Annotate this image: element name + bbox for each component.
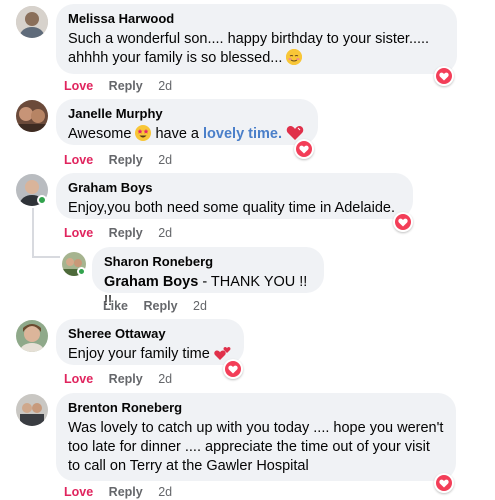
timestamp[interactable]: 2d (158, 153, 172, 167)
comment-actions: Love Reply 2d (64, 372, 184, 386)
love-button[interactable]: Love (64, 226, 93, 240)
heart-reaction-icon[interactable] (434, 66, 454, 86)
timestamp[interactable]: 2d (158, 226, 172, 240)
comment-bubble: Sharon Roneberg Graham Boys - THANK YOU … (92, 247, 324, 309)
reply-button[interactable]: Reply (109, 226, 143, 240)
highlighted-text: lovely time. (203, 126, 283, 142)
heart-reaction-icon[interactable] (393, 212, 413, 232)
avatar[interactable] (16, 6, 48, 38)
comment-text: Enjoy your family time (68, 345, 232, 364)
comment-bubble: Graham Boys Enjoy,you both need some qua… (56, 173, 413, 219)
comment-bubble: Melissa Harwood Such a wonderful son....… (56, 4, 457, 74)
comment-text: Awesome have a lovely time. (68, 125, 306, 144)
thread-line (32, 256, 60, 258)
love-button[interactable]: Love (64, 372, 93, 386)
thread-line (32, 208, 34, 258)
avatar[interactable] (16, 320, 48, 352)
love-button[interactable]: Love (64, 485, 93, 499)
heart-reaction-icon[interactable] (434, 473, 454, 493)
comment-bubble: Brenton Roneberg Was lovely to catch up … (56, 393, 456, 481)
comment-author[interactable]: Brenton Roneberg (68, 400, 444, 416)
comment-actions: Love Reply 2d (64, 79, 184, 93)
comment-author[interactable]: Sharon Roneberg (104, 254, 312, 270)
comment-text: Enjoy,you both need some quality time in… (68, 200, 395, 216)
reply-button[interactable]: Reply (109, 153, 143, 167)
reply-button[interactable]: Reply (109, 79, 143, 93)
love-button[interactable]: Love (64, 79, 93, 93)
avatar[interactable] (16, 100, 48, 132)
timestamp[interactable]: 2d (158, 485, 172, 499)
reply-button[interactable]: Reply (109, 485, 143, 499)
mention-link[interactable]: Graham Boys (104, 274, 198, 290)
comment-actions: Love Reply 2d (64, 226, 184, 240)
comment-text: Was lovely to catch up with you today ..… (68, 420, 444, 474)
reply-button[interactable]: Reply (144, 299, 178, 313)
reply-button[interactable]: Reply (109, 372, 143, 386)
heart-reaction-icon[interactable] (294, 139, 314, 159)
online-status-icon (37, 195, 47, 205)
comment-actions: Love Reply 2d (64, 153, 184, 167)
comment-bubble: Janelle Murphy Awesome have a lovely tim… (56, 99, 318, 145)
timestamp[interactable]: 2d (158, 372, 172, 386)
comment-bubble: Sheree Ottaway Enjoy your family time (56, 319, 244, 365)
timestamp[interactable]: 2d (193, 299, 207, 313)
timestamp[interactable]: 2d (158, 79, 172, 93)
comment-actions: Love Reply 2d (64, 485, 184, 499)
comment-actions: Like Reply 2d (103, 299, 219, 313)
comment-author[interactable]: Sheree Ottaway (68, 326, 232, 342)
star-struck-emoji-icon (135, 125, 152, 141)
love-button[interactable]: Love (64, 153, 93, 167)
comment-author[interactable]: Janelle Murphy (68, 106, 306, 122)
heart-reaction-icon[interactable] (223, 359, 243, 379)
online-status-icon (77, 267, 86, 276)
comment-author[interactable]: Graham Boys (68, 180, 401, 196)
like-button[interactable]: Like (103, 299, 128, 313)
avatar[interactable] (16, 394, 48, 426)
relieved-face-emoji-icon (286, 49, 303, 65)
comment-author[interactable]: Melissa Harwood (68, 11, 445, 27)
comment-text: Such a wonderful son.... happy birthday … (68, 31, 430, 66)
